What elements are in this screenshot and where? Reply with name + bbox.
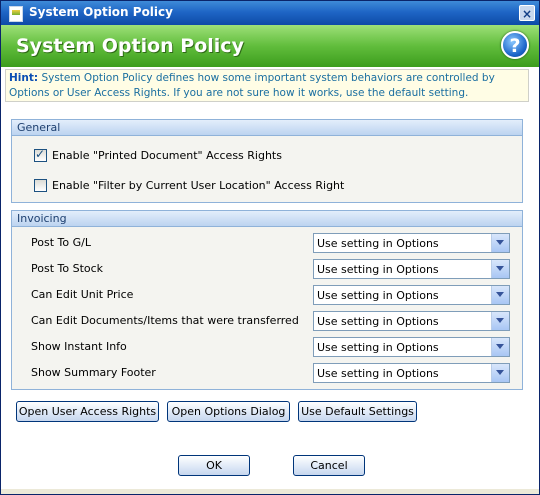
- chevron-down-icon[interactable]: [491, 260, 509, 278]
- page-title: System Option Policy: [16, 35, 244, 57]
- checkbox-box[interactable]: [34, 147, 47, 162]
- title-bar[interactable]: System Option Policy ×: [1, 1, 539, 25]
- filter-location-checkbox[interactable]: Enable "Filter by Current User Location"…: [34, 179, 344, 192]
- show-instant-info-select[interactable]: Use setting in Options: [313, 337, 510, 357]
- app-icon: [9, 6, 23, 22]
- window-bottom-border: [1, 489, 539, 494]
- select-value: Use setting in Options: [317, 367, 439, 380]
- close-icon[interactable]: ×: [519, 5, 535, 21]
- invoicing-group-title: Invoicing: [12, 211, 522, 227]
- hint-box: Hint: System Option Policy defines how s…: [5, 69, 529, 102]
- post-to-gl-select[interactable]: Use setting in Options: [313, 233, 510, 253]
- select-value: Use setting in Options: [317, 289, 439, 302]
- cancel-button[interactable]: Cancel: [293, 455, 365, 476]
- option-label: Show Instant Info: [31, 340, 127, 353]
- option-row: Can Edit Unit Price Use setting in Optio…: [12, 285, 522, 305]
- option-row: Show Instant Info Use setting in Options: [12, 337, 522, 357]
- printed-document-checkbox[interactable]: Enable "Printed Document" Access Rights: [34, 147, 282, 162]
- edit-unit-price-select[interactable]: Use setting in Options: [313, 285, 510, 305]
- use-default-settings-button[interactable]: Use Default Settings: [298, 401, 417, 422]
- dialog-window: System Option Policy × System Option Pol…: [0, 0, 540, 495]
- select-value: Use setting in Options: [317, 315, 439, 328]
- window-title: System Option Policy: [29, 5, 173, 19]
- dialog-header: System Option Policy ?: [1, 25, 539, 67]
- ok-button[interactable]: OK: [178, 455, 250, 476]
- chevron-down-icon[interactable]: [491, 286, 509, 304]
- checkbox-box[interactable]: [34, 179, 47, 192]
- option-row: Post To G/L Use setting in Options: [12, 233, 522, 253]
- checkbox-label: Enable "Printed Document" Access Rights: [52, 149, 282, 162]
- option-label: Post To G/L: [31, 236, 91, 249]
- select-value: Use setting in Options: [317, 341, 439, 354]
- hint-label: Hint:: [9, 72, 39, 84]
- open-options-dialog-button[interactable]: Open Options Dialog: [167, 401, 290, 422]
- edit-transferred-select[interactable]: Use setting in Options: [313, 311, 510, 331]
- chevron-down-icon[interactable]: [491, 234, 509, 252]
- post-to-stock-select[interactable]: Use setting in Options: [313, 259, 510, 279]
- option-label: Post To Stock: [31, 262, 104, 275]
- option-label: Can Edit Unit Price: [31, 288, 134, 301]
- option-row: Post To Stock Use setting in Options: [12, 259, 522, 279]
- select-value: Use setting in Options: [317, 237, 439, 250]
- hint-text: System Option Policy defines how some im…: [9, 72, 495, 99]
- general-group: General Enable "Printed Document" Access…: [11, 119, 523, 203]
- chevron-down-icon[interactable]: [491, 312, 509, 330]
- option-label: Can Edit Documents/Items that were trans…: [31, 314, 299, 327]
- select-value: Use setting in Options: [317, 263, 439, 276]
- option-label: Show Summary Footer: [31, 366, 156, 379]
- invoicing-group: Invoicing Post To G/L Use setting in Opt…: [11, 210, 523, 390]
- help-icon[interactable]: ?: [501, 31, 529, 59]
- open-user-access-rights-button[interactable]: Open User Access Rights: [16, 401, 159, 422]
- option-row: Can Edit Documents/Items that were trans…: [12, 311, 522, 331]
- chevron-down-icon[interactable]: [491, 338, 509, 356]
- chevron-down-icon[interactable]: [491, 364, 509, 382]
- show-summary-footer-select[interactable]: Use setting in Options: [313, 363, 510, 383]
- general-group-title: General: [12, 120, 522, 136]
- option-row: Show Summary Footer Use setting in Optio…: [12, 363, 522, 383]
- checkbox-label: Enable "Filter by Current User Location"…: [52, 179, 345, 192]
